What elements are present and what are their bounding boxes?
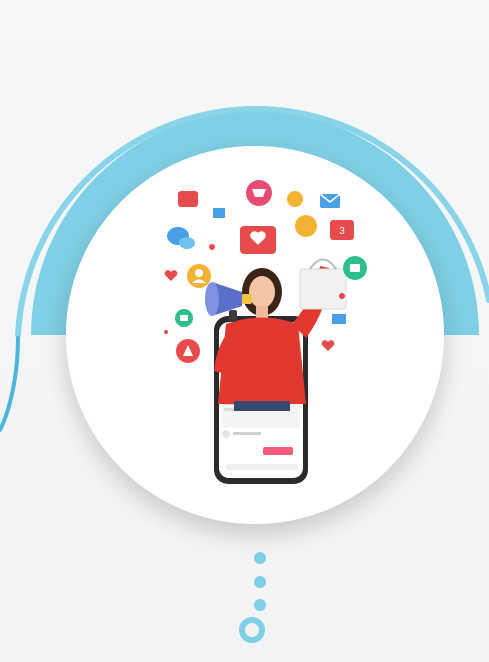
heart-bubble-icon [178, 191, 198, 207]
progress-dot-3 [254, 599, 266, 611]
like-icon-small [175, 309, 193, 327]
cart-icon [246, 180, 272, 206]
heart-icon [240, 226, 276, 254]
mail-icon [319, 193, 341, 208]
like-icon-right [332, 314, 346, 324]
progress-dot-1 [254, 552, 266, 564]
like-icon [343, 256, 367, 280]
profile-icon [295, 215, 317, 237]
small-user-icon [287, 191, 303, 207]
svg-text:3: 3 [339, 226, 345, 237]
dot-icon-2 [339, 293, 345, 299]
thumb-icon [213, 208, 225, 218]
play-icon [176, 339, 200, 363]
circular-illustration: 3 [66, 146, 444, 524]
dot-icon-1 [209, 244, 215, 250]
dot-icon-3 [164, 330, 168, 334]
illustration-scene: 3 [66, 146, 444, 524]
notification-badge-icon: 3 [330, 220, 354, 240]
user-icon [187, 264, 211, 288]
progress-dot-2 [254, 576, 266, 588]
progress-ring-marker [239, 617, 265, 643]
